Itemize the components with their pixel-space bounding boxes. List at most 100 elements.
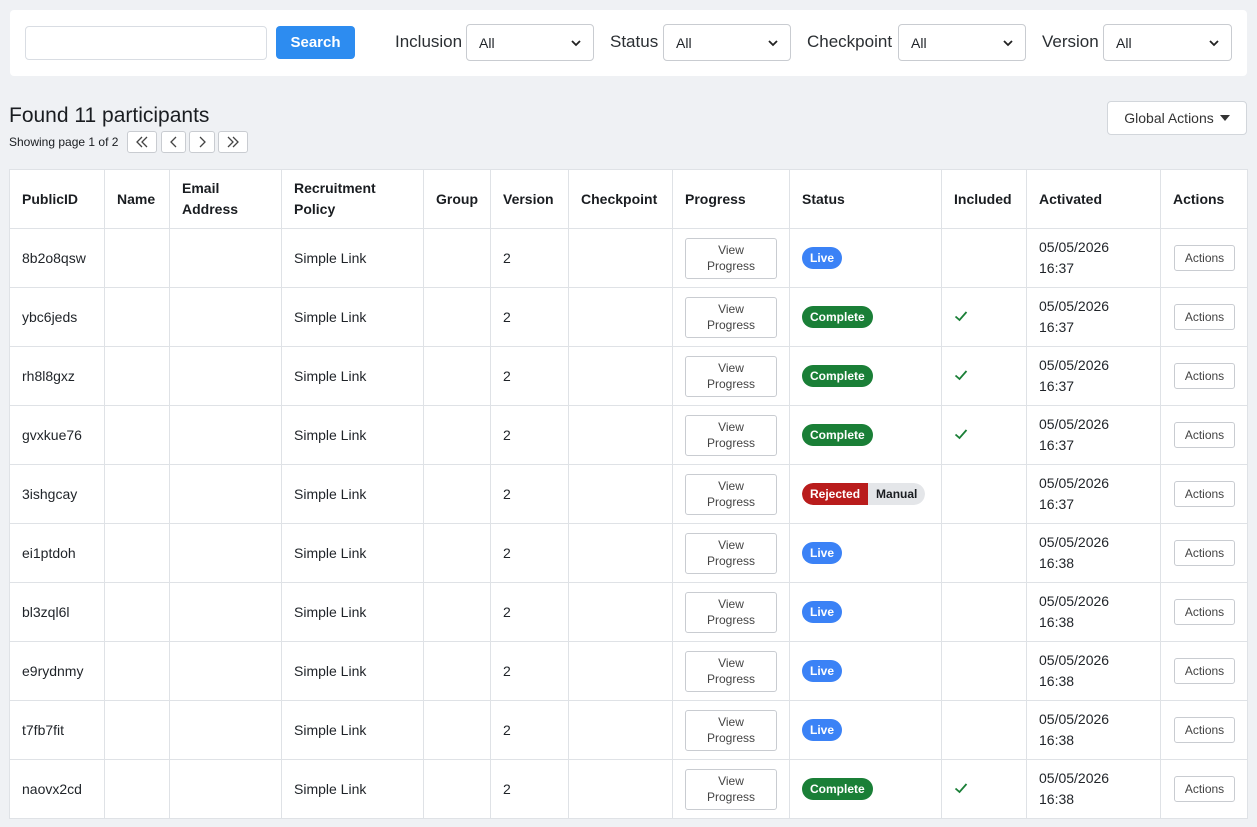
cell-recruitment-policy: Simple Link (281, 759, 424, 819)
column-header-publicid[interactable]: PublicID (9, 169, 105, 229)
caret-down-icon (1219, 115, 1230, 121)
view-progress-label: View Progress (706, 597, 756, 627)
activated-time: 16:38 (1039, 732, 1075, 748)
cell-version: 2 (490, 759, 569, 819)
status-badge: Complete (802, 424, 873, 446)
cell-version: 2 (490, 582, 569, 642)
previous-page-button[interactable] (161, 131, 186, 153)
cell-actions: Actions (1160, 700, 1248, 760)
search-button[interactable]: Search (276, 26, 355, 59)
status-label: Status (610, 32, 659, 51)
row-actions-button[interactable]: Actions (1174, 776, 1235, 802)
activated-date: 05/05/2026 (1039, 711, 1110, 727)
view-progress-button[interactable]: View Progress (685, 768, 777, 810)
view-progress-button[interactable]: View Progress (685, 296, 777, 338)
column-header-actions: Actions (1160, 169, 1248, 229)
global-actions-button[interactable]: Global Actions (1107, 101, 1247, 135)
row-actions-button[interactable]: Actions (1174, 599, 1235, 625)
cell-actions: Actions (1160, 641, 1248, 701)
status-badge: Live (802, 601, 843, 623)
cell-recruitment-policy: Simple Link (281, 700, 424, 760)
cell-included (941, 523, 1027, 583)
column-header-name[interactable]: Name (104, 169, 170, 229)
version-select-value: All (1116, 34, 1132, 51)
table-row: ei1ptdoh Simple Link 2 View Progress Live 05/… (9, 523, 1248, 583)
view-progress-button[interactable]: View Progress (685, 532, 777, 574)
status-badge: Complete (802, 778, 873, 800)
column-header-recruitment-policy[interactable]: Recruitment Policy (281, 169, 424, 229)
row-actions-button[interactable]: Actions (1174, 717, 1235, 743)
cell-status: Complete (789, 759, 942, 819)
row-actions-button[interactable]: Actions (1174, 658, 1235, 684)
search-input[interactable] (25, 26, 267, 60)
cell-public-id: rh8l8gxz (9, 346, 105, 406)
view-progress-button[interactable]: View Progress (685, 650, 777, 692)
view-progress-button[interactable]: View Progress (685, 709, 777, 751)
inclusion-select[interactable]: All (466, 24, 594, 61)
table-row: rh8l8gxz Simple Link 2 View Progress Complet… (9, 346, 1248, 406)
status-select[interactable]: All (663, 24, 791, 61)
view-progress-button[interactable]: View Progress (685, 355, 777, 397)
cell-public-id: 3ishgcay (9, 464, 105, 524)
first-page-button[interactable] (127, 131, 157, 153)
row-actions-button[interactable]: Actions (1174, 481, 1235, 507)
activated-date: 05/05/2026 (1039, 416, 1110, 432)
cell-included (941, 641, 1027, 701)
cell-group (423, 582, 491, 642)
cell-checkpoint (568, 346, 673, 406)
column-header-activated[interactable]: Activated (1026, 169, 1161, 229)
view-progress-button[interactable]: View Progress (685, 414, 777, 456)
version-select[interactable]: All (1103, 24, 1232, 61)
view-progress-label: View Progress (706, 656, 756, 686)
check-icon (954, 428, 968, 439)
last-page-button[interactable] (218, 131, 248, 153)
page-indicator: Showing page 1 of 2 (9, 135, 119, 149)
cell-checkpoint (568, 582, 673, 642)
cell-version: 2 (490, 700, 569, 760)
column-header-checkpoint[interactable]: Checkpoint (568, 169, 673, 229)
cell-version: 2 (490, 287, 569, 347)
row-actions-button[interactable]: Actions (1174, 540, 1235, 566)
row-actions-button[interactable]: Actions (1174, 422, 1235, 448)
column-header-included[interactable]: Included (941, 169, 1027, 229)
cell-public-id: e9rydnmy (9, 641, 105, 701)
status-badge-group: Rejected Manual (802, 483, 926, 505)
cell-email (169, 405, 282, 465)
cell-public-id: t7fb7fit (9, 700, 105, 760)
cell-public-id: 8b2o8qsw (9, 228, 105, 288)
checkpoint-select[interactable]: All (898, 24, 1026, 61)
view-progress-button[interactable]: View Progress (685, 591, 777, 633)
cell-public-id: ybc6jeds (9, 287, 105, 347)
view-progress-button[interactable]: View Progress (685, 237, 777, 279)
view-progress-label: View Progress (706, 243, 756, 273)
status-badge: Complete (802, 365, 873, 387)
activated-time: 16:37 (1039, 437, 1075, 453)
cell-group (423, 464, 491, 524)
row-actions-button[interactable]: Actions (1174, 363, 1235, 389)
column-header-email[interactable]: Email Address (169, 169, 282, 229)
checkpoint-label: Checkpoint (807, 32, 893, 51)
cell-public-id: ei1ptdoh (9, 523, 105, 583)
row-actions-button[interactable]: Actions (1174, 304, 1235, 330)
view-progress-button[interactable]: View Progress (685, 473, 777, 515)
column-header-group[interactable]: Group (423, 169, 491, 229)
cell-email (169, 641, 282, 701)
activated-time: 16:38 (1039, 791, 1075, 807)
cell-group (423, 523, 491, 583)
cell-actions: Actions (1160, 464, 1248, 524)
cell-progress: View Progress (672, 759, 790, 819)
chevron-down-icon (1003, 39, 1013, 46)
participants-table: PublicID Name Email Address Recruitment … (9, 169, 1248, 819)
cell-email (169, 759, 282, 819)
column-header-status[interactable]: Status (789, 169, 942, 229)
cell-activated: 05/05/2026 16:38 (1026, 759, 1161, 819)
column-header-version[interactable]: Version (490, 169, 569, 229)
row-actions-button[interactable]: Actions (1174, 245, 1235, 271)
activated-date: 05/05/2026 (1039, 475, 1110, 491)
next-page-button[interactable] (189, 131, 215, 153)
cell-public-id: bl3zql6l (9, 582, 105, 642)
view-progress-label: View Progress (706, 361, 756, 391)
cell-checkpoint (568, 405, 673, 465)
status-select-value: All (676, 34, 692, 51)
status-reason-badge: Manual (868, 483, 926, 505)
